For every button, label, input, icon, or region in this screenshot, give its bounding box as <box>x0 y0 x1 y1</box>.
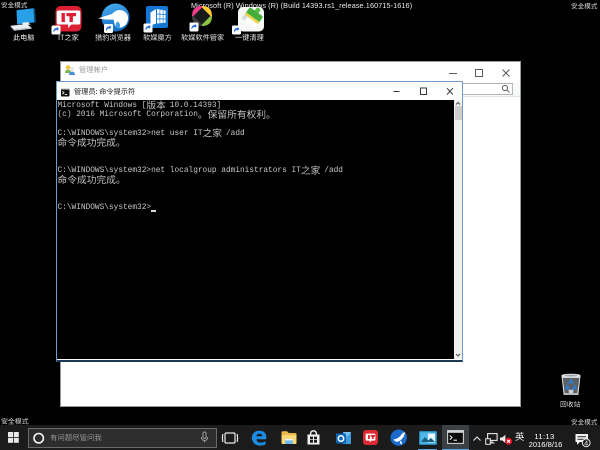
svg-text:4: 4 <box>584 440 588 447</box>
